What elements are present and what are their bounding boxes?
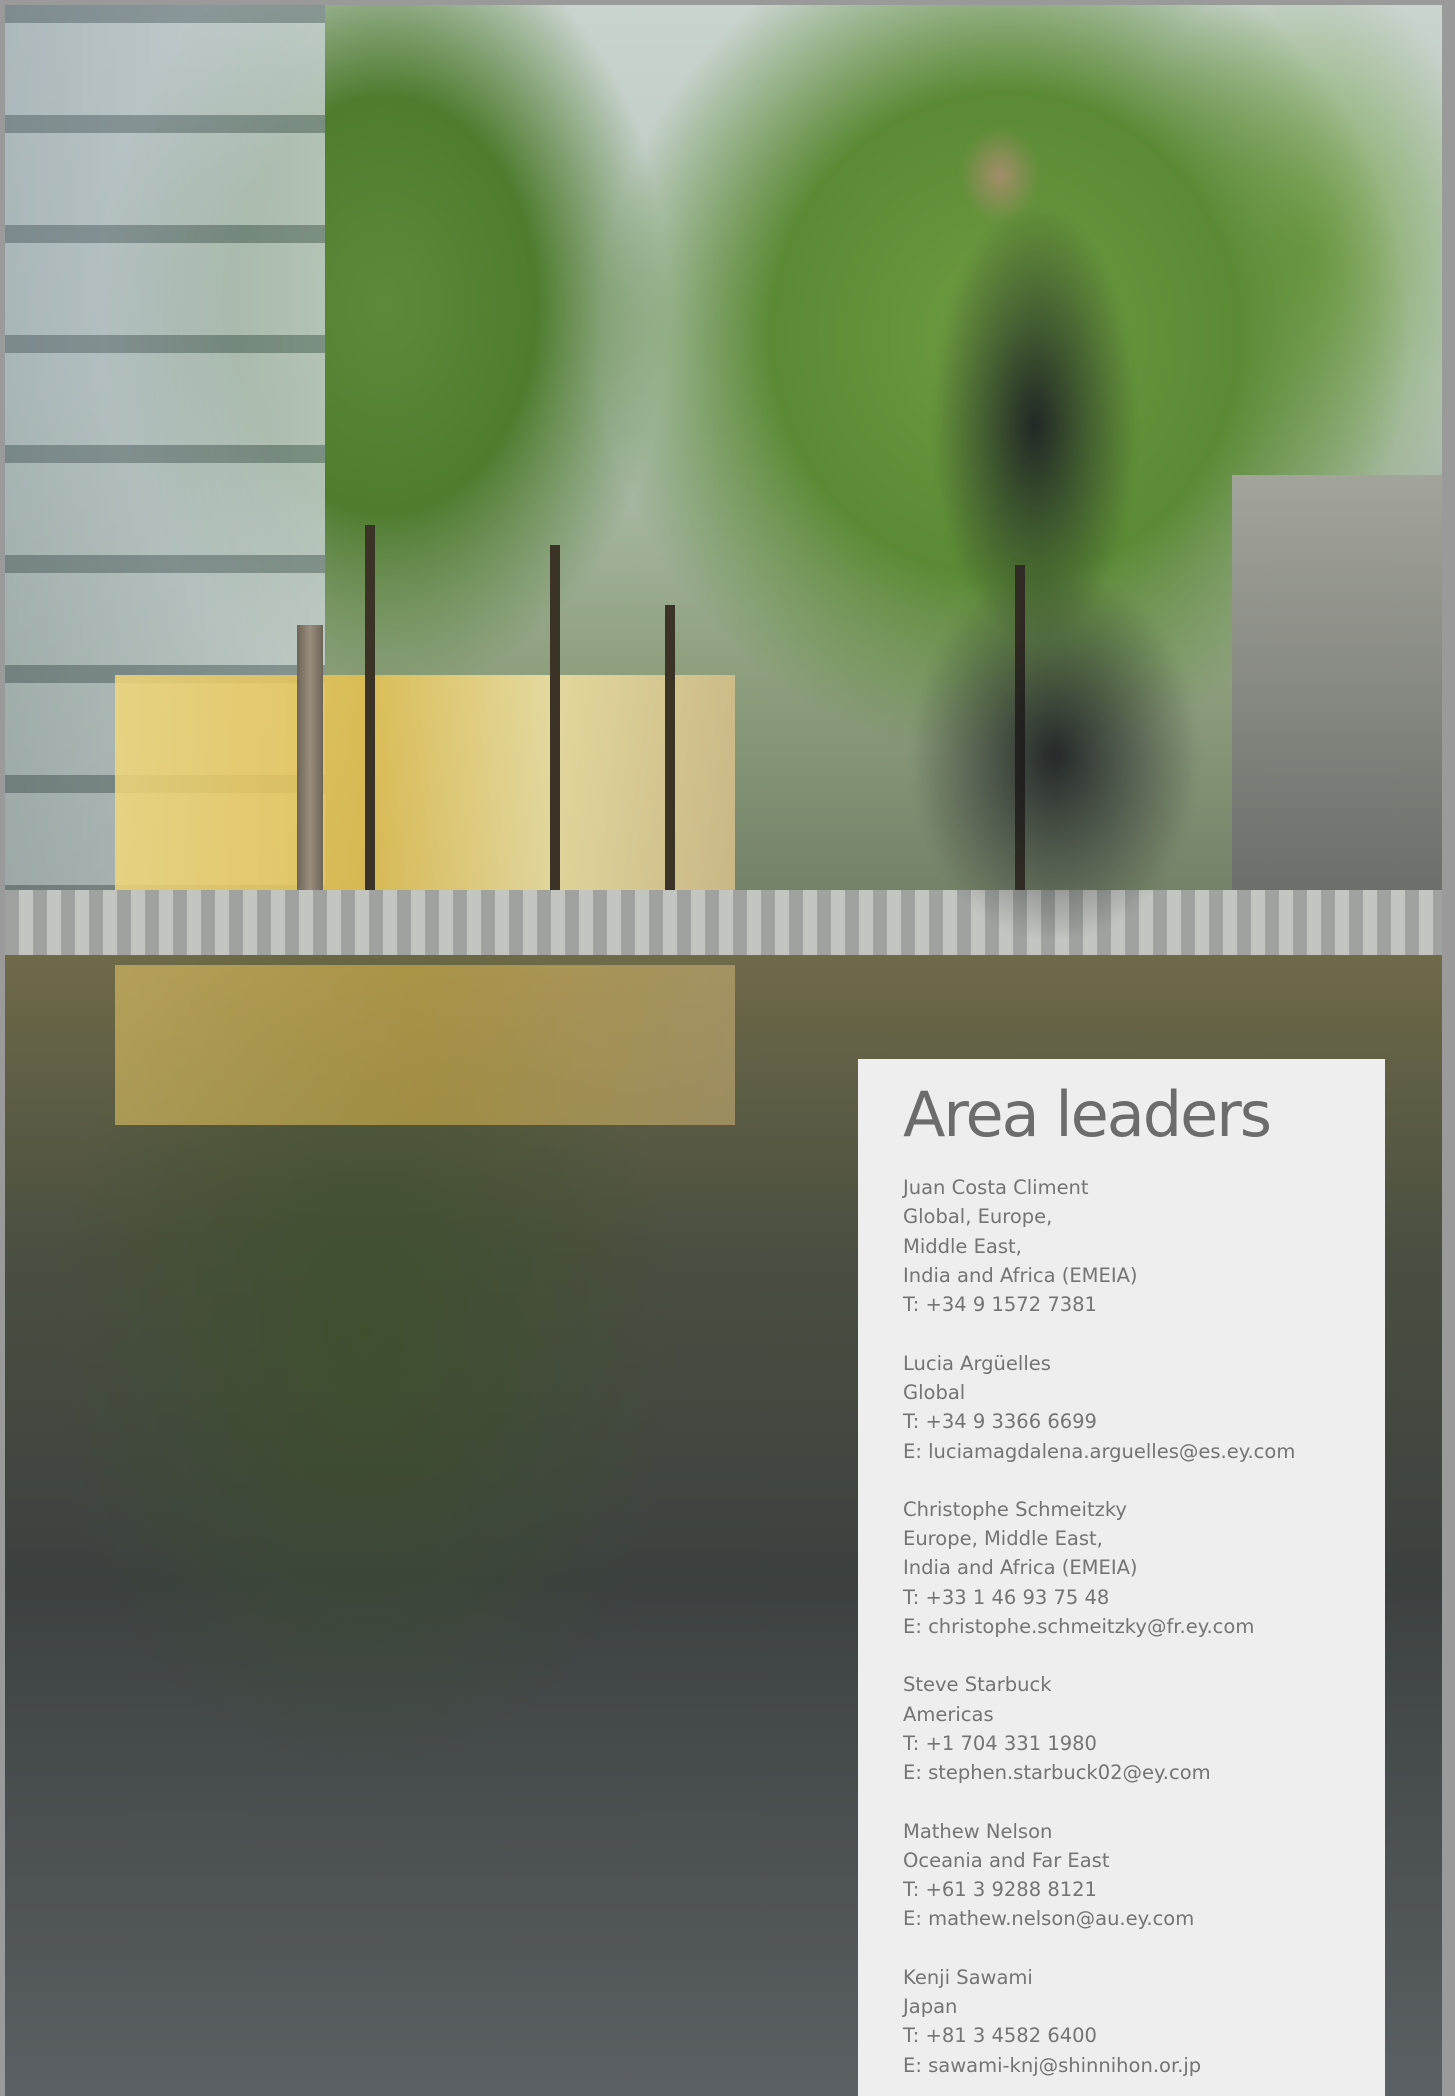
panel-title: Area leaders xyxy=(903,1078,1272,1151)
tree-trunk xyxy=(365,525,375,905)
building-right xyxy=(1232,475,1442,895)
leader-email[interactable]: E: luciamagdalena.arguelles@es.ey.com xyxy=(903,1437,1365,1466)
leader-entry: Juan Costa Climent Global, Europe, Middl… xyxy=(903,1173,1365,1319)
leader-region: India and Africa (EMEIA) xyxy=(903,1264,1138,1288)
leader-region: India and Africa (EMEIA) xyxy=(903,1556,1138,1580)
leader-name: Mathew Nelson xyxy=(903,1819,1053,1843)
leader-entry: Kenji Sawami Japan T: +81 3 4582 6400 E:… xyxy=(903,1963,1365,2080)
leader-region: Americas xyxy=(903,1702,994,1726)
leader-name: Steve Starbuck xyxy=(903,1673,1052,1697)
pavement xyxy=(5,890,1442,960)
street-pole xyxy=(297,625,323,935)
tree-trunk xyxy=(550,545,560,905)
storefront-reflection xyxy=(115,965,735,1125)
leader-region: Europe, Middle East, xyxy=(903,1527,1103,1551)
leader-email[interactable]: E: stephen.starbuck02@ey.com xyxy=(903,1758,1365,1787)
leader-email[interactable]: E: sawami-knj@shinnihon.or.jp xyxy=(903,2051,1365,2080)
leader-phone: T: +34 9 3366 6699 xyxy=(903,1410,1097,1434)
leader-phone: T: +81 3 4582 6400 xyxy=(903,2024,1097,2048)
area-leaders-panel: Area leaders Juan Costa Climent Global, … xyxy=(858,1059,1385,2096)
leader-entry: Mathew Nelson Oceania and Far East T: +6… xyxy=(903,1817,1365,1934)
leader-region: Oceania and Far East xyxy=(903,1848,1110,1872)
leader-name: Christophe Schmeitzky xyxy=(903,1497,1127,1521)
tree-trunk xyxy=(665,605,675,905)
walking-person xyxy=(885,105,1215,935)
leader-phone: T: +33 1 46 93 75 48 xyxy=(903,1585,1110,1609)
leader-name: Lucia Argüelles xyxy=(903,1351,1051,1375)
leader-entry: Steve Starbuck Americas T: +1 704 331 19… xyxy=(903,1670,1365,1787)
leader-region: Japan xyxy=(903,1995,958,2019)
leader-email[interactable]: E: christophe.schmeitzky@fr.ey.com xyxy=(903,1612,1365,1641)
leader-name: Juan Costa Climent xyxy=(903,1176,1089,1200)
leader-email[interactable]: E: mathew.nelson@au.ey.com xyxy=(903,1904,1365,1933)
leader-region: Global, Europe, xyxy=(903,1205,1053,1229)
leader-phone: T: +61 3 9288 8121 xyxy=(903,1878,1097,1902)
leader-region: Middle East, xyxy=(903,1234,1022,1258)
leader-entry: Lucia Argüelles Global T: +34 9 3366 669… xyxy=(903,1349,1365,1466)
leader-name: Kenji Sawami xyxy=(903,1965,1033,1989)
leader-phone: T: +1 704 331 1980 xyxy=(903,1731,1097,1755)
lit-storefront xyxy=(115,675,735,895)
leader-entry: Christophe Schmeitzky Europe, Middle Eas… xyxy=(903,1495,1365,1641)
leader-region: Global xyxy=(903,1380,966,1404)
document-page: Area leaders Juan Costa Climent Global, … xyxy=(5,5,1442,2096)
leader-phone: T: +34 9 1572 7381 xyxy=(903,1293,1097,1317)
